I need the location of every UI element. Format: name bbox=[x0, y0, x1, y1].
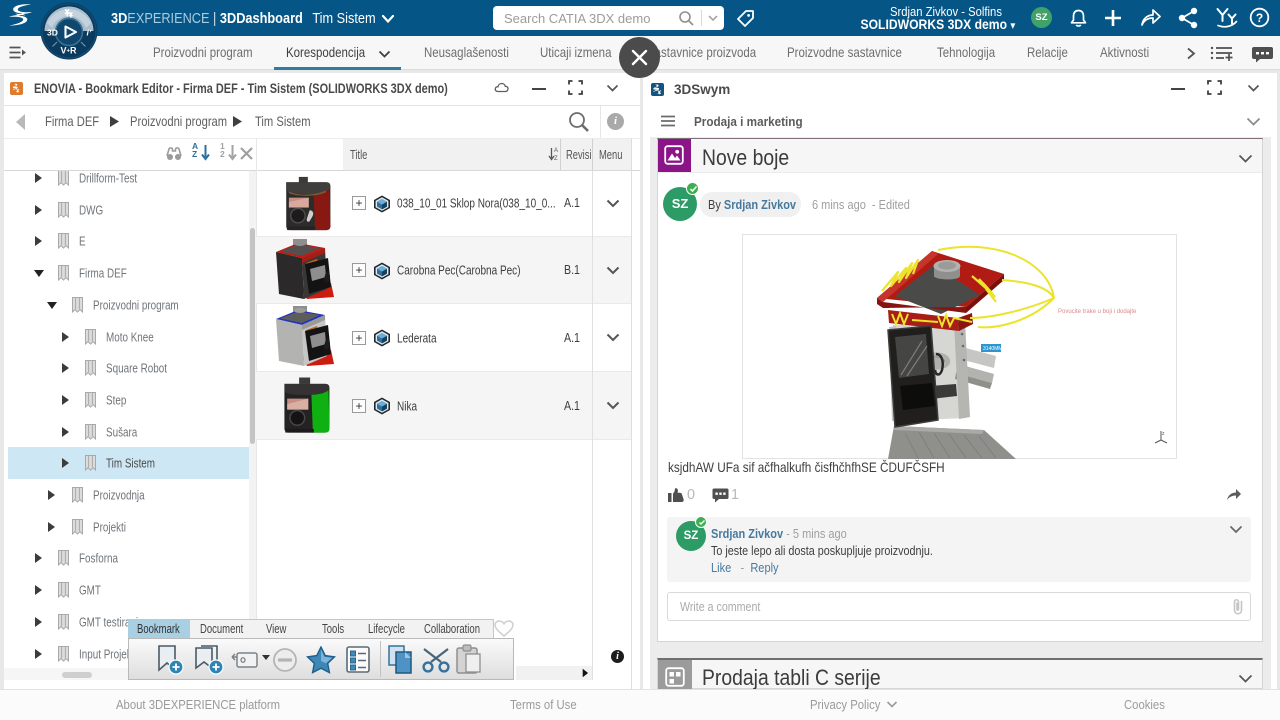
svg-text:z: z bbox=[1162, 431, 1165, 437]
svg-text:Z: Z bbox=[554, 156, 558, 162]
svg-text:3D: 3D bbox=[47, 28, 58, 38]
svg-text:iʼ: iʼ bbox=[87, 28, 92, 38]
svg-text:A: A bbox=[554, 148, 558, 154]
svg-text:3140MM: 3140MM bbox=[983, 346, 1002, 352]
svg-text:Povucite trake u boji i dodajt: Povucite trake u boji i dodajte bbox=[1058, 309, 1137, 315]
svg-text:?: ? bbox=[1256, 11, 1263, 25]
